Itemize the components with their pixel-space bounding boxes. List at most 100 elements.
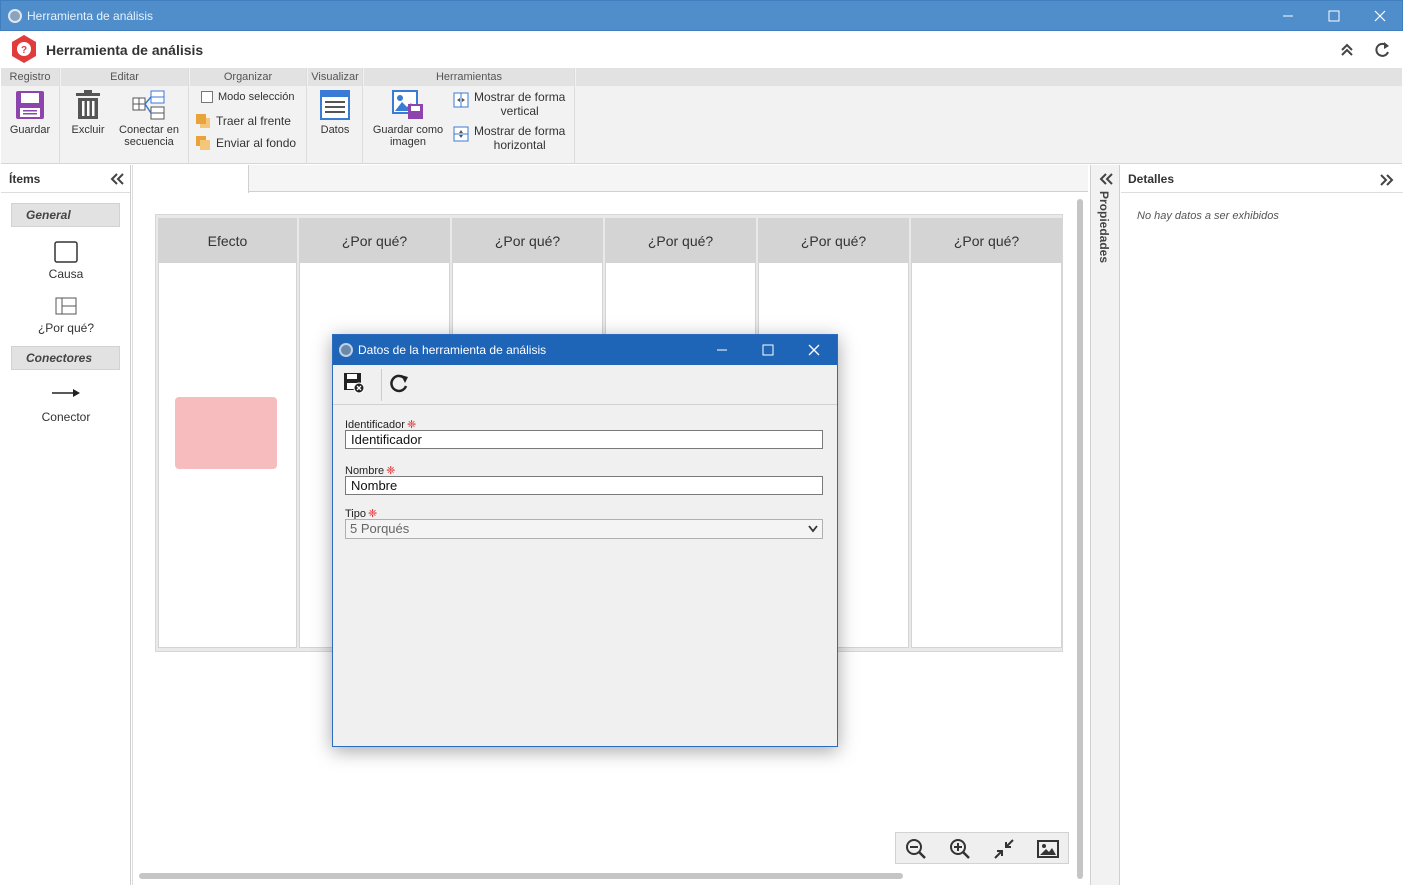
ribbon-group-visualizar: Visualizar Datos [308, 68, 363, 164]
ribbon-toolbar: Registro Guardar Editar Excluir Conectar… [1, 68, 1402, 164]
show-horizontal-label-line2: horizontal [493, 138, 546, 152]
column-header: ¿Por qué? [759, 219, 908, 263]
collapse-left-icon[interactable] [110, 173, 124, 185]
tool-por-que[interactable]: ¿Por qué? [1, 297, 131, 335]
ribbon-header-filler [576, 68, 1402, 86]
section-general[interactable]: General [11, 203, 120, 227]
tool-conector[interactable]: Conector [1, 387, 131, 424]
show-vertical-button[interactable]: Mostrar de forma vertical [453, 90, 565, 118]
connect-in-sequence-button[interactable]: Conectar en secuencia [117, 90, 181, 148]
save-image-label-line2: imagen [389, 136, 427, 148]
tipo-selected-value: 5 Porqués [350, 521, 410, 536]
analysis-tool-data-dialog: Datos de la herramienta de análisis Iden… [332, 334, 838, 747]
items-panel: Ítems General Causa ¿Por qué? Conectores… [1, 165, 131, 885]
fit-to-screen-button[interactable] [992, 837, 1016, 861]
column-header: Efecto [159, 219, 296, 263]
ribbon-group-label: Registro [1, 68, 59, 86]
selection-mode-checkbox[interactable]: Modo selección [201, 91, 294, 103]
image-icon [1037, 840, 1059, 858]
dialog-app-icon [339, 343, 353, 357]
column-por-que-5[interactable]: ¿Por qué? [911, 218, 1062, 648]
dialog-close-button[interactable] [791, 335, 837, 365]
zoom-out-button[interactable] [904, 837, 928, 861]
close-button[interactable] [1357, 1, 1403, 31]
ribbon-group-herramientas: Herramientas Guardar como imagen Mostrar… [364, 68, 575, 164]
properties-label: Propiedades [1097, 191, 1111, 264]
reload-icon[interactable] [388, 372, 410, 394]
chevron-down-icon [808, 525, 818, 533]
items-panel-header: Ítems [1, 165, 130, 193]
show-horizontal-button[interactable]: Mostrar de forma horizontal [453, 124, 565, 152]
column-header: ¿Por qué? [606, 219, 755, 263]
bring-to-front-button[interactable]: Traer al frente [195, 113, 291, 129]
save-and-close-icon[interactable] [343, 372, 365, 394]
ribbon-group-label: Visualizar [308, 68, 362, 86]
bring-to-front-label: Traer al frente [216, 114, 291, 128]
details-panel: Detalles No hay datos a ser exhibidos [1121, 165, 1403, 885]
column-header: ¿Por qué? [453, 219, 602, 263]
minimize-icon [717, 349, 727, 351]
dialog-title: Datos de la herramienta de análisis [358, 343, 547, 357]
identificador-input[interactable]: Identificador [345, 430, 823, 449]
refresh-icon[interactable] [1373, 41, 1391, 59]
expand-properties-icon[interactable] [1099, 173, 1113, 185]
delete-button-label: Excluir [71, 124, 105, 136]
app-icon [8, 9, 22, 23]
maximize-icon [1328, 10, 1340, 22]
properties-panel-collapsed[interactable]: Propiedades [1090, 165, 1120, 885]
cause-shape-icon [54, 241, 78, 263]
delete-button[interactable]: Excluir [65, 90, 111, 136]
details-title: Detalles [1128, 172, 1175, 186]
zoom-in-button[interactable] [948, 837, 972, 861]
vertical-layout-icon [453, 92, 469, 108]
dialog-toolbar [333, 365, 837, 405]
data-button-label: Datos [320, 124, 350, 136]
horizontal-scrollbar[interactable] [139, 873, 903, 879]
details-empty-message: No hay datos a ser exhibidos [1137, 210, 1279, 222]
trash-icon [76, 90, 100, 119]
data-button[interactable]: Datos [313, 90, 357, 136]
canvas-tab[interactable] [133, 165, 249, 193]
export-image-button[interactable] [1036, 837, 1060, 861]
show-horizontal-label-line1: Mostrar de forma [474, 124, 566, 138]
app-title: Herramienta de análisis [46, 42, 204, 58]
tool-causa[interactable]: Causa [1, 241, 131, 281]
checkbox-icon [201, 91, 213, 103]
svg-text:?: ? [21, 45, 27, 56]
minimize-icon [1283, 15, 1293, 17]
column-header: ¿Por qué? [912, 219, 1061, 263]
show-vertical-label-line2: vertical [500, 104, 539, 118]
close-icon [1374, 10, 1386, 22]
save-button-label: Guardar [9, 124, 51, 136]
save-image-label-line1: Guardar como [372, 124, 444, 136]
nombre-input[interactable]: Nombre [345, 476, 823, 495]
effect-shape[interactable] [175, 397, 277, 469]
toolbar-divider [381, 369, 382, 401]
dialog-minimize-button[interactable] [699, 335, 745, 365]
dialog-maximize-button[interactable] [745, 335, 791, 365]
bring-to-front-icon [196, 114, 210, 128]
connector-arrow-icon [52, 389, 80, 397]
collapse-right-icon[interactable] [1380, 174, 1394, 186]
save-icon [16, 91, 44, 119]
ribbon-group-editar: Editar Excluir Conectar en secuencia [61, 68, 189, 164]
send-to-back-button[interactable]: Enviar al fondo [195, 135, 296, 151]
vertical-scrollbar[interactable] [1077, 199, 1083, 879]
section-conectores[interactable]: Conectores [11, 346, 120, 370]
save-button[interactable]: Guardar [5, 90, 55, 136]
tipo-select[interactable]: 5 Porqués [345, 519, 823, 539]
save-as-image-button[interactable]: Guardar como imagen [369, 90, 447, 148]
tool-conector-label: Conector [41, 410, 91, 424]
window-title-bar: Herramienta de análisis [0, 0, 1403, 31]
connect-label-line1: Conectar en [119, 124, 179, 136]
collapse-ribbon-icon[interactable] [1340, 43, 1354, 57]
dialog-title-bar: Datos de la herramienta de análisis [333, 335, 837, 365]
zoom-out-icon [906, 839, 926, 859]
selection-mode-label: Modo selección [218, 91, 295, 103]
items-panel-title: Ítems [9, 172, 41, 186]
ribbon-group-label: Editar [61, 68, 188, 86]
maximize-button[interactable] [1311, 1, 1357, 31]
tool-por-que-label: ¿Por qué? [37, 321, 95, 335]
data-form-icon [320, 90, 350, 120]
minimize-button[interactable] [1265, 1, 1311, 31]
